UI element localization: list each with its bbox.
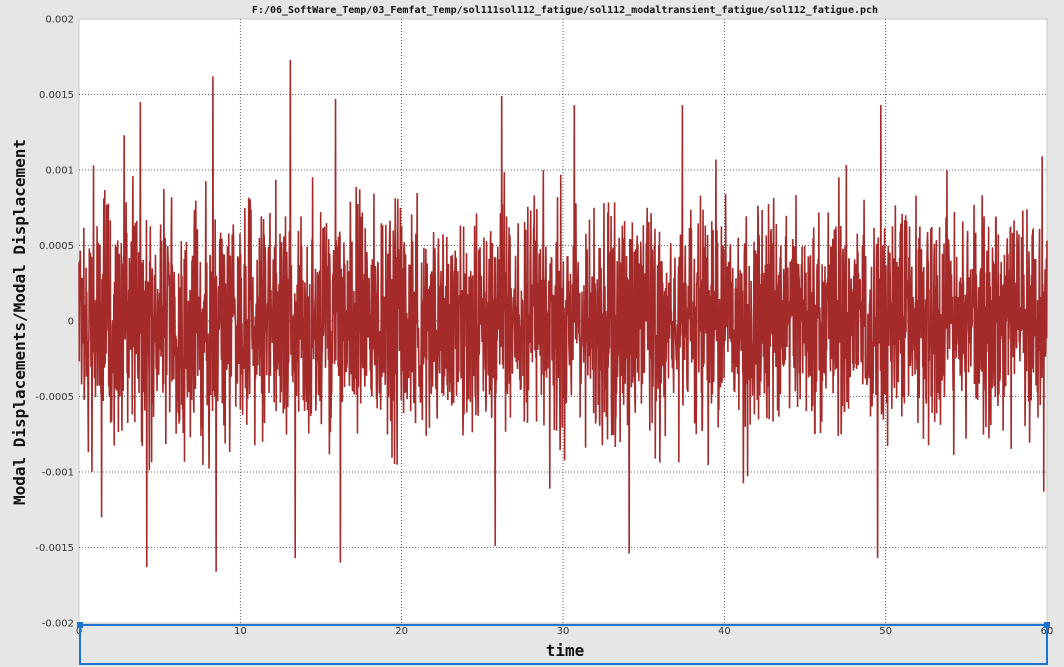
x-tick-label: 20	[395, 626, 408, 637]
y-tick-label: 0.001	[45, 166, 74, 177]
x-axis-label: time	[546, 641, 585, 660]
y-tick-label: -0.001	[42, 468, 74, 479]
y-tick-label: -0.0015	[35, 543, 74, 554]
y-tick-label: -0.002	[42, 619, 74, 630]
y-tick-label: 0.0015	[39, 90, 74, 101]
y-tick-label: 0.0005	[39, 241, 74, 252]
y-tick-label: -0.0005	[35, 392, 74, 403]
x-axis-ticks: 0 10 20 30 40 50 60	[76, 626, 1054, 637]
x-tick-label: 40	[718, 626, 731, 637]
range-handle-left[interactable]	[77, 622, 83, 628]
y-axis-label: Modal Displacements/Modal Displacement	[10, 139, 29, 505]
y-axis-ticks: 0.002 0.0015 0.001 0.0005 0 -0.0005 -0.001 -0.0…	[35, 15, 74, 630]
range-handle-right[interactable]	[1044, 622, 1050, 628]
chart-title: F:/06_SoftWare_Temp/03_Femfat_Temp/sol11…	[252, 4, 878, 16]
y-tick-label: 0	[68, 317, 74, 328]
x-tick-label: 10	[234, 626, 247, 637]
chart: F:/06_SoftWare_Temp/03_Femfat_Temp/sol11…	[10, 4, 1054, 665]
x-tick-label: 30	[557, 626, 570, 637]
y-tick-label: 0.002	[45, 15, 74, 26]
x-tick-label: 50	[879, 626, 892, 637]
